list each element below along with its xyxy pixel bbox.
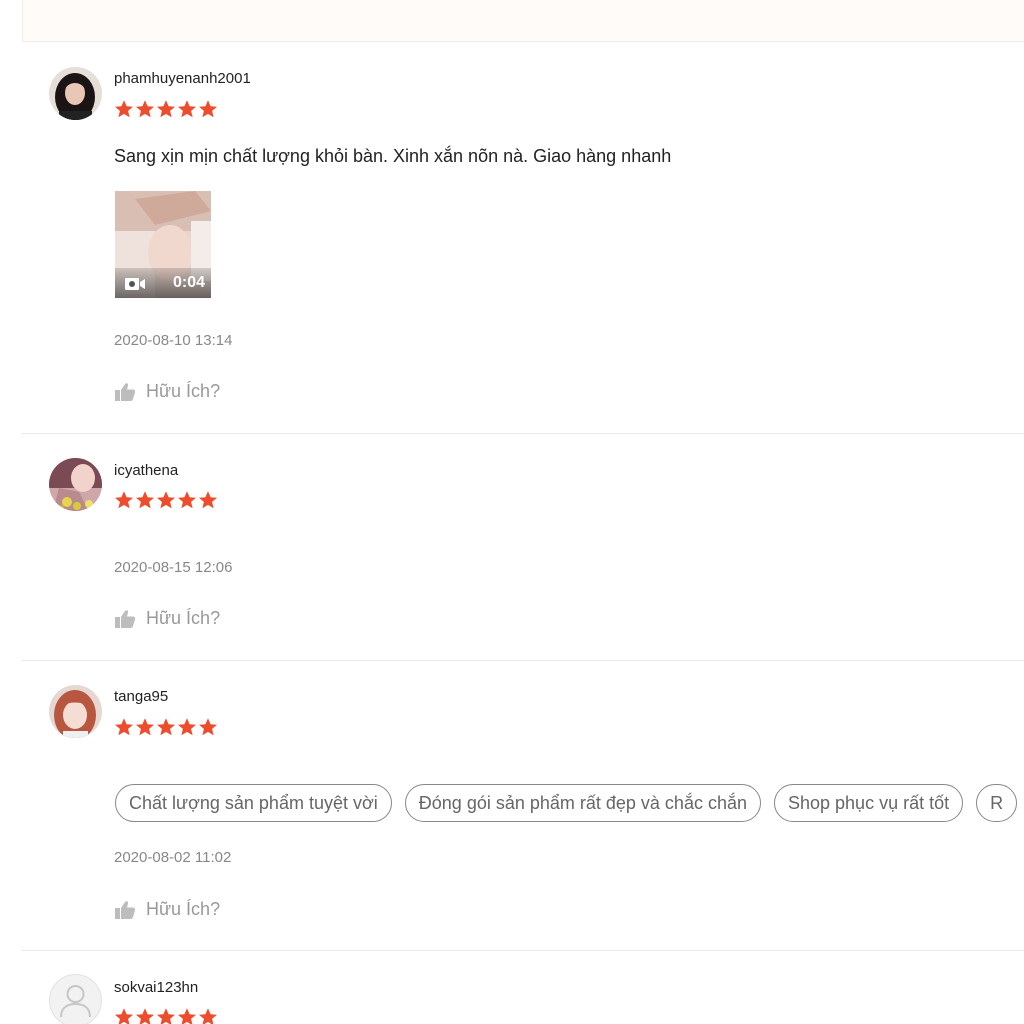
helpful-label: Hữu Ích? <box>146 608 221 628</box>
star-icon <box>198 1007 218 1024</box>
star-icon <box>114 99 134 119</box>
star-rating <box>114 1007 218 1024</box>
helpful-button[interactable]: Hữu Ích? <box>114 381 220 402</box>
star-rating <box>114 99 218 119</box>
star-icon <box>114 490 134 510</box>
video-duration: 0:04 <box>172 274 205 291</box>
star-icon <box>198 717 218 737</box>
star-icon <box>156 490 176 510</box>
review-tag[interactable]: Chất lượng sản phẩm tuyệt vời <box>115 784 392 822</box>
avatar[interactable] <box>49 685 102 738</box>
review-timestamp: 2020-08-02 11:02 <box>114 849 232 866</box>
username: phamhuyenanh2001 <box>114 70 251 87</box>
star-rating <box>114 717 218 737</box>
star-icon <box>177 490 197 510</box>
helpful-button[interactable]: Hữu Ích? <box>114 608 220 629</box>
helpful-label: Hữu Ích? <box>146 899 221 919</box>
thumbs-up-icon <box>114 382 136 402</box>
review-tag[interactable]: Đóng gói sản phẩm rất đẹp và chắc chắn <box>404 784 761 822</box>
star-icon <box>156 1007 176 1024</box>
username: icyathena <box>114 462 179 479</box>
star-icon <box>198 490 218 510</box>
avatar[interactable] <box>49 974 102 1024</box>
review-comment: Sang xịn mịn chất lượng khỏi bàn. Xinh x… <box>114 146 672 166</box>
avatar[interactable] <box>49 67 102 120</box>
username: sokvai123hn <box>114 979 199 996</box>
avatar[interactable] <box>49 458 102 511</box>
review-item: tanga95 Chất lượng sản phẩm tuyệt vời Đó… <box>22 661 1024 951</box>
star-icon <box>135 490 155 510</box>
reviews-page: phamhuyenanh2001 Sang xịn mịn chất lượng… <box>0 0 1024 1024</box>
star-icon <box>135 99 155 119</box>
review-item: phamhuyenanh2001 Sang xịn mịn chất lượng… <box>22 42 1024 434</box>
review-tags: Chất lượng sản phẩm tuyệt vời Đóng gói s… <box>115 784 1018 822</box>
review-item: icyathena 2020-08-15 12:06 Hữu Ích? <box>22 434 1024 661</box>
top-panel <box>22 0 1024 42</box>
star-icon <box>198 99 218 119</box>
thumbs-up-icon <box>114 609 136 629</box>
helpful-button[interactable]: Hữu Ích? <box>114 899 220 920</box>
helpful-label: Hữu Ích? <box>146 381 221 401</box>
star-rating <box>114 490 218 510</box>
star-icon <box>114 717 134 737</box>
review-tag[interactable]: R <box>976 784 1018 822</box>
video-camera-icon <box>125 278 145 290</box>
username: tanga95 <box>114 688 169 705</box>
review-tag[interactable]: Shop phục vụ rất tốt <box>774 784 964 822</box>
star-icon <box>135 1007 155 1024</box>
star-icon <box>177 717 197 737</box>
star-icon <box>156 717 176 737</box>
star-icon <box>114 1007 134 1024</box>
video-thumbnail[interactable]: 0:04 <box>115 191 211 298</box>
review-timestamp: 2020-08-15 12:06 <box>114 559 233 576</box>
user-silhouette-icon <box>60 985 91 1018</box>
star-icon <box>177 99 197 119</box>
review-timestamp: 2020-08-10 13:14 <box>114 332 233 349</box>
thumbs-up-icon <box>114 900 136 920</box>
review-item: sokvai123hn <box>22 951 1024 1024</box>
star-icon <box>177 1007 197 1024</box>
star-icon <box>135 717 155 737</box>
star-icon <box>156 99 176 119</box>
